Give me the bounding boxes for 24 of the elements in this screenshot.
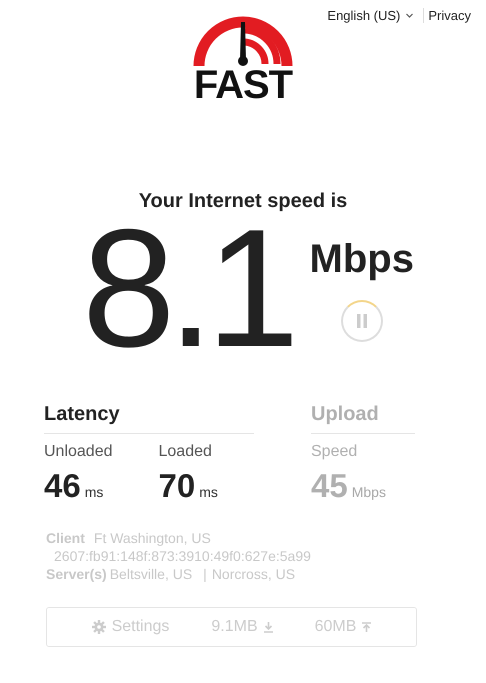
chevron-down-icon	[406, 13, 414, 18]
upload-icon	[362, 622, 372, 632]
language-selector[interactable]: English (US)	[327, 8, 414, 23]
metric-label: Unloaded	[44, 443, 112, 461]
pause-button[interactable]	[340, 300, 383, 342]
section-title: Latency	[44, 403, 254, 434]
logo-text: FAST	[194, 68, 292, 102]
metric-unit: ms	[199, 484, 218, 500]
metric-unit: Mbps	[352, 484, 386, 500]
settings-icon	[92, 620, 106, 634]
download-icon	[264, 622, 273, 632]
metric-label: Speed	[311, 443, 358, 461]
speed-value: 8.1	[82, 213, 292, 363]
metric-label: Loaded	[158, 443, 213, 461]
privacy-link[interactable]: Privacy	[423, 8, 471, 23]
metric-value: 45	[311, 467, 348, 504]
speed-unit: Mbps	[310, 237, 414, 282]
metric-value: 70	[158, 467, 196, 504]
speed-title: Your Internet speed is	[138, 190, 348, 213]
separator: |	[203, 566, 207, 582]
section-title: Upload	[311, 403, 415, 434]
metric-value: 46	[44, 467, 81, 504]
pause-icon	[356, 314, 368, 328]
metric-unit: ms	[84, 484, 104, 500]
